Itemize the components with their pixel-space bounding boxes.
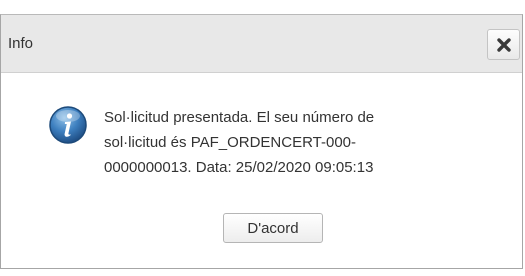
message-line: 0000000013. Data: 25/02/2020 09:05:13 bbox=[104, 159, 374, 176]
message-line: Sol·licitud presentada. El seu número de bbox=[104, 109, 375, 126]
info-icon bbox=[49, 106, 87, 144]
info-dialog: Info Sol·licitud presentada. El seu núme… bbox=[0, 14, 523, 269]
close-x-icon bbox=[496, 37, 511, 52]
dialog-content: Sol·licitud presentada. El seu número de… bbox=[1, 73, 522, 268]
close-button[interactable] bbox=[487, 29, 520, 60]
message-line: sol·licitud és PAF_ORDENCERT-000- bbox=[104, 134, 357, 151]
ok-button[interactable]: D'acord bbox=[223, 213, 323, 243]
dialog-titlebar: Info bbox=[1, 15, 522, 73]
message-text: Sol·licitud presentada. El seu número de… bbox=[104, 105, 464, 180]
dialog-title: Info bbox=[8, 35, 34, 52]
